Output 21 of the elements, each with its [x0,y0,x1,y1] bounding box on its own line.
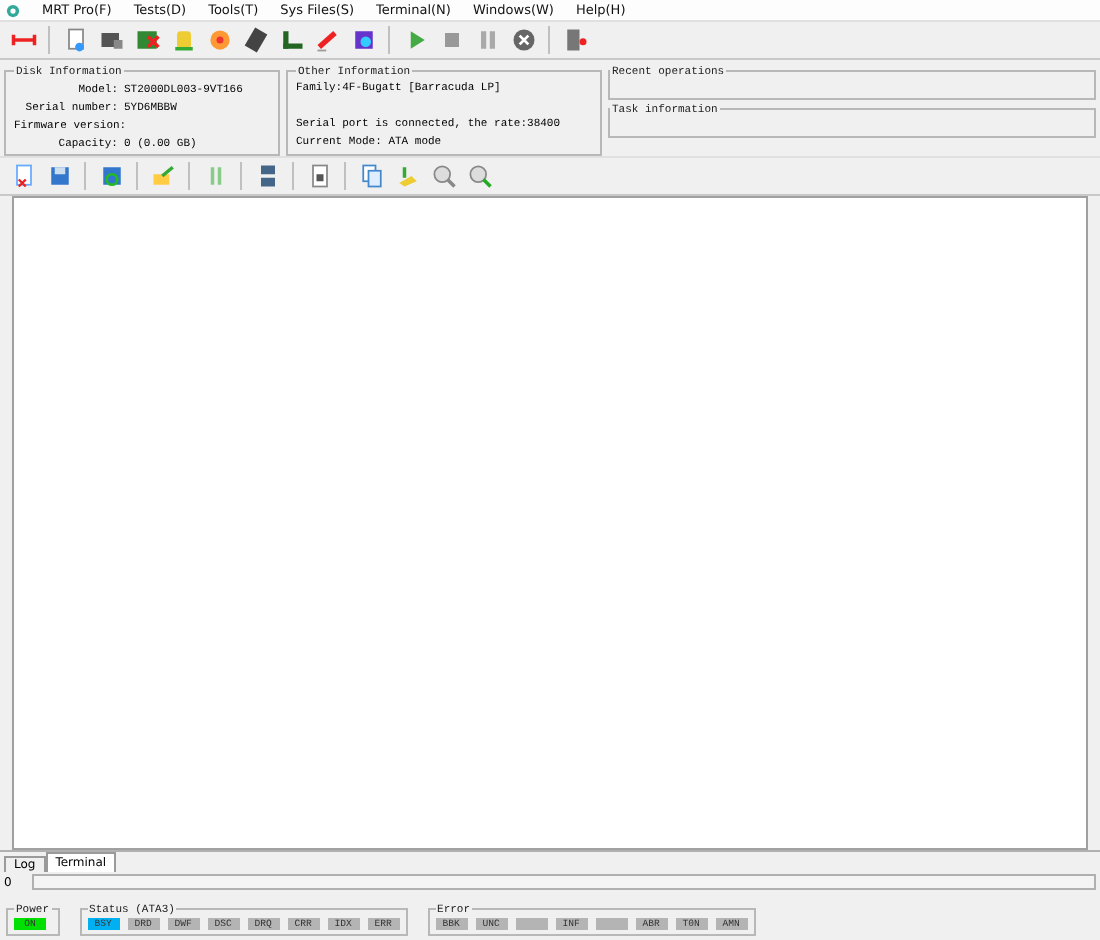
close-icon [509,26,537,54]
zoom-icon [429,162,457,190]
jar-icon [169,26,197,54]
export-icon [149,162,177,190]
copy-button[interactable] [356,161,386,191]
pen-button[interactable] [312,25,342,55]
gear-button[interactable] [204,25,234,55]
copy-icon [357,162,385,190]
save-as-icon [97,162,125,190]
pen-icon [313,26,341,54]
export-button[interactable] [148,161,178,191]
zoom-icon [465,162,493,190]
gear-icon [205,26,233,54]
close-button[interactable] [508,25,538,55]
zoom-button[interactable] [428,161,458,191]
exit-icon [561,26,589,54]
cube-icon [349,26,377,54]
chip-icon [133,26,161,54]
save-icon [45,162,73,190]
chip-button[interactable] [132,25,162,55]
zoom-button[interactable] [464,161,494,191]
